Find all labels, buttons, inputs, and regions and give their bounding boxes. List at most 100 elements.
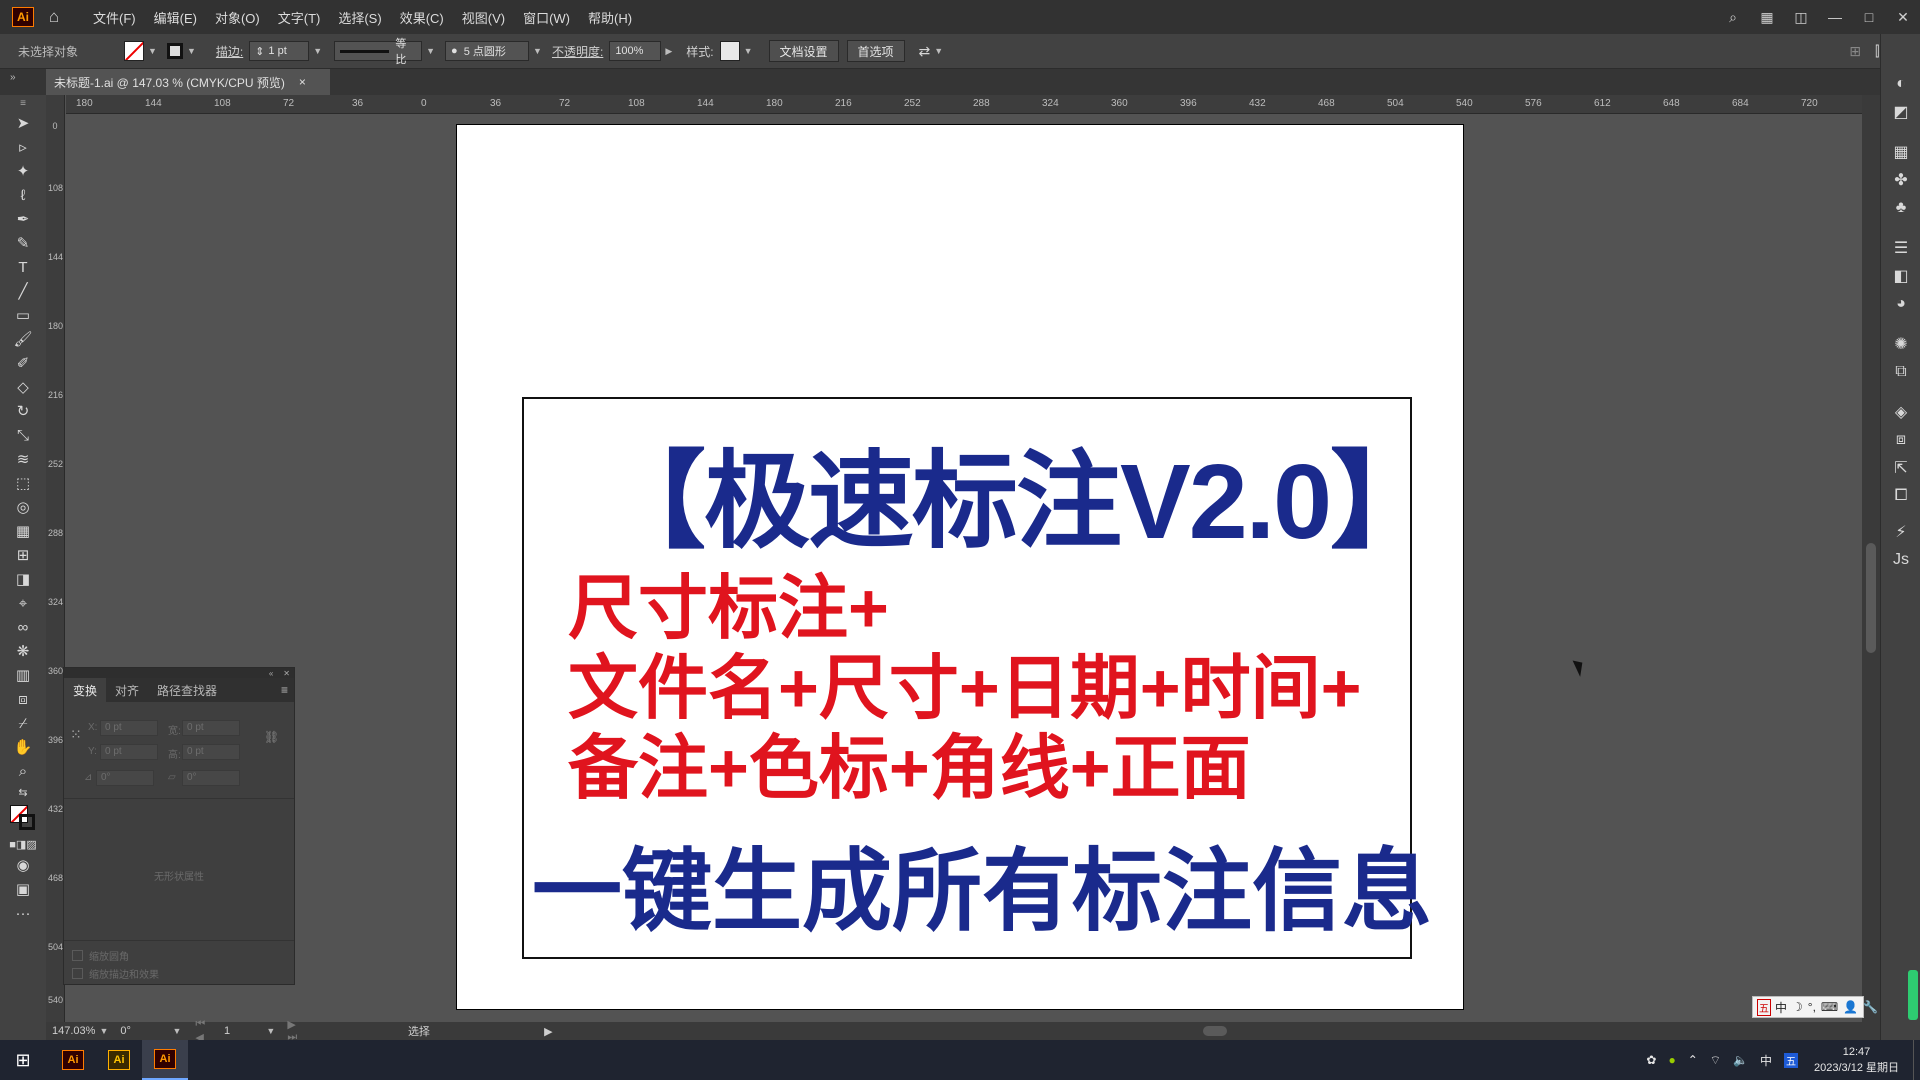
menu-window[interactable]: 窗口(W)	[514, 8, 579, 27]
artboard-number[interactable]: 1	[224, 1025, 262, 1037]
gradient-panel-icon[interactable]: ◧	[1881, 262, 1920, 290]
script-icon[interactable]: Js	[1881, 546, 1920, 574]
document-tab[interactable]: 未标题-1.ai @ 147.03 % (CMYK/CPU 预览) ×	[46, 69, 330, 95]
rotate-tool-icon[interactable]: ↻	[0, 399, 46, 423]
maximize-icon[interactable]: □	[1852, 9, 1886, 25]
libraries-icon[interactable]: ◩	[1881, 98, 1920, 126]
slice-tool-icon[interactable]: ⌿	[0, 711, 46, 735]
appearance-icon[interactable]: ✺	[1881, 330, 1920, 358]
align-icon[interactable]: ⫿	[1875, 43, 1879, 60]
blend-tool-icon[interactable]: ∞	[0, 615, 46, 639]
menu-help[interactable]: 帮助(H)	[579, 8, 641, 27]
horizontal-scrollbar[interactable]	[563, 1026, 1880, 1036]
more-tools-icon[interactable]: ···	[0, 901, 46, 925]
moon-icon[interactable]: ☽	[1792, 1000, 1803, 1014]
checkbox[interactable]	[72, 950, 83, 961]
line-tool-icon[interactable]: ╱	[0, 279, 46, 303]
chevron-down-icon[interactable]: ▼	[266, 1026, 275, 1036]
chevron-right-icon[interactable]: ▶	[665, 46, 672, 57]
magic-wand-tool-icon[interactable]: ✦	[0, 159, 46, 183]
pen-tool-icon[interactable]: ✒	[0, 207, 46, 231]
close-tab-icon[interactable]: ×	[299, 75, 306, 89]
workspace-icon[interactable]: ▦	[1750, 9, 1784, 26]
artboards-icon[interactable]: ⧈	[1881, 426, 1920, 454]
stroke-weight-input[interactable]: ⇕ 1 pt	[249, 41, 310, 61]
graphic-styles-icon[interactable]: ⧉	[1881, 358, 1920, 386]
windows-start-icon[interactable]: ⊞	[0, 1040, 46, 1080]
ime-logo[interactable]: 五	[1757, 998, 1771, 1016]
tab-transform[interactable]: 变换	[64, 678, 107, 702]
swatches-icon[interactable]: ▦	[1881, 138, 1920, 166]
chevron-down-icon[interactable]: ▼	[148, 46, 157, 56]
screen-mode-icon[interactable]: ▣	[0, 877, 46, 901]
transform-icon[interactable]: ⊞	[1849, 43, 1861, 60]
menu-select[interactable]: 选择(S)	[329, 8, 390, 27]
mesh-tool-icon[interactable]: ⊞	[0, 543, 46, 567]
rectangle-tool-icon[interactable]: ▭	[0, 303, 46, 327]
scale-strokes-option[interactable]: 缩放描边和效果	[72, 966, 159, 981]
warp-tool-icon[interactable]: ≋	[0, 447, 46, 471]
lasso-tool-icon[interactable]: ℓ	[0, 183, 46, 207]
rotate-input[interactable]: 0°	[96, 770, 154, 786]
selection-tool-icon[interactable]: ➤	[0, 111, 46, 135]
width-input[interactable]: 0 pt	[182, 720, 240, 736]
taskbar-app-ai-2[interactable]: Ai	[96, 1040, 142, 1080]
perspective-grid-tool-icon[interactable]: ▦	[0, 519, 46, 543]
arrange-icon[interactable]: ◫	[1784, 9, 1818, 26]
hand-tool-icon[interactable]: ✋	[0, 735, 46, 759]
gradient-tool-icon[interactable]: ◨	[0, 567, 46, 591]
chevron-down-icon[interactable]: ▼	[187, 46, 196, 56]
column-graph-tool-icon[interactable]: ▥	[0, 663, 46, 687]
panel-menu-icon[interactable]: ≡	[281, 683, 288, 697]
shear-input[interactable]: 0°	[182, 770, 240, 786]
scale-tool-icon[interactable]: ⤡	[0, 423, 46, 447]
collapse-icon[interactable]: ≡	[0, 95, 46, 111]
chevron-down-icon[interactable]: ▼	[426, 46, 435, 56]
shape-builder-tool-icon[interactable]: ◎	[0, 495, 46, 519]
search-icon[interactable]: ⌕	[1716, 9, 1750, 26]
artboard-tool-icon[interactable]: ⧈	[0, 687, 46, 711]
swap-colors-icon[interactable]: ⇆	[0, 783, 46, 801]
tab-align[interactable]: 对齐	[106, 678, 148, 702]
draw-mode-icon[interactable]: ◉	[0, 853, 46, 877]
chevron-down-icon[interactable]: ▼	[934, 46, 943, 56]
paintbrush-tool-icon[interactable]: 🖌	[0, 327, 46, 351]
checkbox[interactable]	[72, 968, 83, 979]
symbol-sprayer-tool-icon[interactable]: ❋	[0, 639, 46, 663]
preferences-button[interactable]: 首选项	[846, 40, 905, 62]
collapse-icon[interactable]: »	[10, 72, 16, 83]
type-tool-icon[interactable]: T	[0, 255, 46, 279]
brushes-icon[interactable]: ✤	[1881, 166, 1920, 194]
clock[interactable]: 12:47 2023/3/12 星期日	[1814, 1044, 1899, 1076]
plugin-icon[interactable]: ⚡	[1881, 518, 1920, 546]
subtitle[interactable]: 一键生成所有标注信息	[532, 818, 1432, 948]
menu-effect[interactable]: 效果(C)	[391, 8, 453, 27]
chevron-down-icon[interactable]: ▼	[744, 46, 753, 56]
links-icon[interactable]: ⧠	[1881, 482, 1920, 510]
lang-indicator[interactable]: 中	[1760, 1052, 1772, 1069]
stroke-swatch[interactable]	[166, 43, 183, 59]
headline-title[interactable]: 【极速标注V2.0】	[600, 415, 1436, 569]
home-icon[interactable]: ⌂	[34, 7, 74, 27]
zoom-level[interactable]: 147.03%	[52, 1025, 95, 1037]
transparency-icon[interactable]: ◕	[1881, 290, 1920, 318]
eraser-tool-icon[interactable]: ◇	[0, 375, 46, 399]
volume-icon[interactable]: 🔈	[1733, 1053, 1748, 1067]
horizontal-ruler[interactable]: 180 144 108 72 36 0 36 72 108 144 180 21…	[66, 95, 1862, 114]
constrain-icon[interactable]: ⛓	[264, 730, 279, 744]
tab-pathfinder[interactable]: 路径查找器	[148, 678, 226, 702]
reference-point-icon[interactable]: ⁙	[70, 726, 86, 742]
opacity-input[interactable]: 100%	[609, 41, 662, 61]
vertical-scrollbar[interactable]	[1862, 95, 1880, 1025]
wechat-tray-icon[interactable]: ●	[1668, 1053, 1675, 1067]
menu-type[interactable]: 文字(T)	[269, 8, 330, 27]
chevron-down-icon[interactable]: ▼	[99, 1026, 108, 1036]
chevron-down-icon[interactable]: ▼	[313, 46, 322, 56]
y-input[interactable]: 0 pt	[100, 744, 158, 760]
opacity-label[interactable]: 不透明度:	[552, 43, 603, 60]
fill-swatch[interactable]	[124, 41, 145, 61]
curvature-tool-icon[interactable]: ✎	[0, 231, 46, 255]
user-icon[interactable]: 👤	[1843, 1000, 1858, 1014]
chevron-down-icon[interactable]: ▼	[172, 1026, 181, 1036]
properties-icon[interactable]: ◐	[1881, 70, 1920, 98]
